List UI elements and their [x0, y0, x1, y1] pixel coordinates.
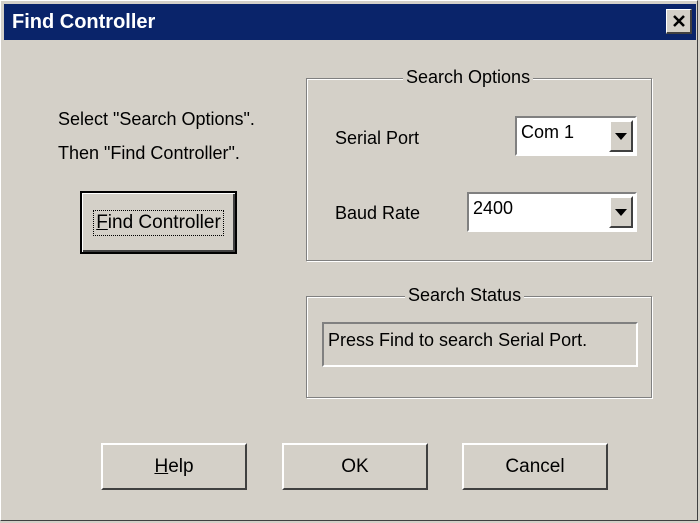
- baud-rate-value: 2400: [473, 198, 514, 218]
- help-label: Help: [154, 455, 194, 477]
- serial-port-label: Serial Port: [335, 128, 420, 148]
- ok-button[interactable]: OK: [282, 443, 428, 490]
- search-status-group: Search Status Press Find to search Seria…: [306, 285, 652, 398]
- chevron-down-icon: [615, 132, 627, 140]
- instruction-line-1: Select "Search Options".: [58, 109, 255, 129]
- serial-port-value: Com 1: [521, 122, 575, 142]
- serial-port-dropdown-button[interactable]: [609, 120, 633, 152]
- close-button[interactable]: [666, 9, 692, 34]
- find-controller-label: Find Controller: [93, 209, 224, 236]
- search-status-message: Press Find to search Serial Port.: [322, 322, 638, 367]
- find-controller-button[interactable]: Find Controller: [80, 191, 237, 254]
- cancel-button[interactable]: Cancel: [462, 443, 608, 490]
- title-bar[interactable]: Find Controller: [4, 4, 696, 40]
- baud-rate-label: Baud Rate: [335, 203, 421, 223]
- help-button[interactable]: Help: [101, 443, 247, 490]
- baud-rate-dropdown-button[interactable]: [609, 196, 633, 228]
- instruction-line-2: Then "Find Controller".: [58, 143, 240, 163]
- dialog-window: Find Controller Select "Search Options".…: [0, 0, 698, 521]
- search-options-group: Search Options Serial Port Com 1 Baud Ra…: [306, 67, 652, 261]
- search-status-legend: Search Status: [405, 285, 525, 306]
- serial-port-select[interactable]: Com 1: [515, 116, 637, 156]
- close-icon: [672, 14, 685, 27]
- window-title: Find Controller: [12, 11, 156, 33]
- chevron-down-icon: [615, 208, 627, 216]
- search-options-legend: Search Options: [403, 67, 534, 88]
- baud-rate-select[interactable]: 2400: [467, 192, 637, 232]
